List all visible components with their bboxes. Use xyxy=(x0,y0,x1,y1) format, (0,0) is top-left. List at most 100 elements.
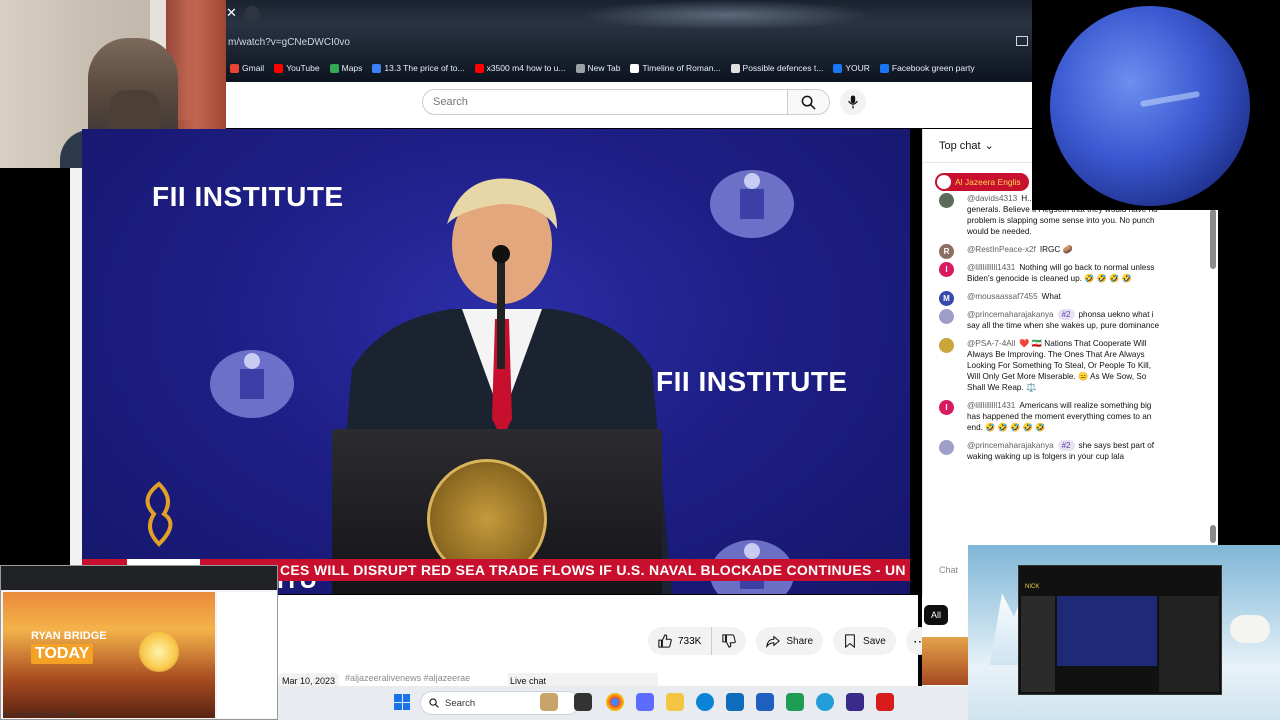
taskbar-app-icon[interactable] xyxy=(756,693,774,711)
avatar xyxy=(939,440,954,455)
tab-bar: ✕ xyxy=(226,0,1032,28)
taskbar: Search xyxy=(278,686,968,720)
filter-chip-all[interactable]: All xyxy=(924,605,948,625)
chat-author[interactable]: @lilllillllll1431 xyxy=(967,401,1015,410)
mini-caption: Ryan Bridge Today | 13 Aug 2025 xyxy=(3,712,78,718)
avatar xyxy=(939,193,954,208)
file-explorer-icon[interactable] xyxy=(666,693,684,711)
member-badge: #2 xyxy=(1057,440,1075,451)
bookmark-favicon-icon xyxy=(329,63,339,73)
dislike-button[interactable] xyxy=(712,627,746,655)
chat-text: IRGC 🥔 xyxy=(1039,245,1073,254)
bookmark-item[interactable]: Possible defences t... xyxy=(730,63,823,73)
mini-browser-toolbar xyxy=(1,566,277,590)
bookmark-favicon-icon xyxy=(274,63,284,73)
chat-author[interactable]: @princemaharajakanya xyxy=(967,310,1054,319)
bookmark-favicon-icon xyxy=(730,63,740,73)
bookmark-item[interactable]: Maps xyxy=(329,63,362,73)
taskbar-app-icon[interactable] xyxy=(876,693,894,711)
show-subtitle: TODAY xyxy=(31,644,94,664)
like-count: 733K xyxy=(678,635,702,647)
bookmark-favicon-icon xyxy=(230,63,239,73)
chat-author[interactable]: @PSA-7-4All xyxy=(967,339,1015,348)
telegram-icon[interactable] xyxy=(816,693,834,711)
pinned-message[interactable]: Al Jazeera Englis xyxy=(935,173,1029,191)
like-dislike-group: 733K xyxy=(648,627,747,655)
chat-author[interactable]: @mousaassaf7455 xyxy=(967,292,1038,301)
bookmark-item[interactable]: Facebook green party xyxy=(879,63,975,73)
taskbar-app-icon[interactable] xyxy=(636,693,654,711)
new-tab-icon[interactable] xyxy=(244,6,260,22)
bookmark-item[interactable]: New Tab xyxy=(575,63,621,73)
bookmark-label: Gmail xyxy=(242,63,265,73)
bookmark-item[interactable]: Gmail xyxy=(230,63,264,73)
ticker-text: CES WILL DISRUPT RED SEA TRADE FLOWS IF … xyxy=(280,562,910,578)
taskbar-app-icon[interactable] xyxy=(846,693,864,711)
ryan-bridge-thumbnail[interactable]: RYAN BRIDGE TODAY xyxy=(3,592,215,718)
search-icon xyxy=(801,95,816,110)
neptune-overlay xyxy=(1032,0,1280,210)
bookmarks-bar: Gmail YouTube Maps 13.3 The price of to... x… xyxy=(226,60,1032,76)
save-button[interactable]: Save xyxy=(833,627,896,655)
chat-scrollbar[interactable] xyxy=(1210,209,1216,269)
chat-author[interactable]: @davids4313 xyxy=(967,194,1017,203)
bookmark-item[interactable]: YouTube xyxy=(274,63,320,73)
bookmark-item[interactable]: x3500 m4 how to u... xyxy=(474,63,566,73)
bookmark-label: Facebook green party xyxy=(891,63,975,73)
search-field[interactable] xyxy=(422,89,788,115)
right-gutter xyxy=(1218,210,1280,545)
bookmark-label: New Tab xyxy=(587,63,621,73)
search-input[interactable] xyxy=(423,90,787,114)
nested-name: NICK xyxy=(1025,584,1040,590)
taskbar-app-icon[interactable] xyxy=(540,693,558,711)
chat-text: What xyxy=(1041,292,1061,301)
taskbar-app-icon[interactable] xyxy=(786,693,804,711)
chat-message[interactable]: @princemaharajakanya #2 phonsa uekno what … xyxy=(923,309,1213,331)
share-button[interactable]: Share xyxy=(756,627,824,655)
video-player[interactable]: FII INSTITUTE FII INSTITUTE TITU CES WIL… xyxy=(82,129,910,594)
save-icon xyxy=(845,634,855,648)
like-button[interactable]: 733K xyxy=(648,627,713,655)
share-icon xyxy=(766,635,781,648)
desktop-preview: NICK xyxy=(968,545,1280,720)
top-chat-dropdown[interactable]: Top chat ⌄ xyxy=(939,139,994,153)
bookmark-item[interactable]: 13.3 The price of to... xyxy=(372,63,465,73)
chrome-icon[interactable] xyxy=(606,693,624,711)
desktop-screen: ✕ m/watch?v=gCNeDWCI0vo Gmail YouTube Maps… xyxy=(0,0,1280,720)
bookmark-favicon-icon xyxy=(372,63,382,73)
taskbar-taskview-icon[interactable] xyxy=(574,693,592,711)
save-label: Save xyxy=(863,635,886,647)
bookmark-item[interactable]: Timeline of Roman... xyxy=(630,63,721,73)
bookmark-label: 13.3 The price of to... xyxy=(384,63,465,73)
tab-close-icon[interactable]: ✕ xyxy=(226,5,240,23)
bookmark-label: YOUR xyxy=(845,63,870,73)
top-chat-label: Top chat xyxy=(939,139,981,152)
related-video-thumbnail[interactable] xyxy=(922,637,970,685)
chat-message[interactable]: I @lilllillllll1431 Americans will realize… xyxy=(923,400,1213,433)
chat-scrollbar-thumb[interactable] xyxy=(1210,525,1216,543)
al-jazeera-logo xyxy=(145,481,173,547)
bookmark-item[interactable]: YOUR xyxy=(833,63,870,73)
chat-message[interactable]: @princemaharajakanya #2 she says best part… xyxy=(923,440,1213,462)
voice-search-button[interactable] xyxy=(840,89,866,115)
search-button[interactable] xyxy=(788,89,830,115)
chat-author[interactable]: @RestInPeace-x2f xyxy=(967,245,1036,254)
chat-message[interactable]: M @mousaassaf7455 What xyxy=(923,291,1213,306)
cast-icon[interactable] xyxy=(1016,36,1028,46)
chat-message[interactable]: I @lilllillllll1431 Nothing will go back t… xyxy=(923,262,1213,284)
edge-icon[interactable] xyxy=(696,693,714,711)
chat-message[interactable]: @PSA-7-4All ❤️ 🇮🇷 Nations That Cooperate … xyxy=(923,338,1213,393)
bookmark-label: YouTube xyxy=(286,63,320,73)
chat-author[interactable]: @princemaharajakanya xyxy=(967,441,1054,450)
avatar xyxy=(939,338,954,353)
sunset-sun xyxy=(139,632,179,672)
pinned-author: Al Jazeera Englis xyxy=(955,177,1021,187)
bookmark-favicon-icon xyxy=(879,63,889,73)
chat-message[interactable]: R @RestInPeace-x2f IRGC 🥔 xyxy=(923,244,1213,259)
avatar xyxy=(939,309,954,324)
address-bar[interactable]: m/watch?v=gCNeDWCI0vo xyxy=(226,34,1032,52)
mini-browser-overlay: RYAN BRIDGE TODAY Ryan Bridge Today | 13… xyxy=(0,565,278,720)
outlook-icon[interactable] xyxy=(726,693,744,711)
chat-author[interactable]: @lilllillllll1431 xyxy=(967,263,1015,272)
windows-start-icon[interactable] xyxy=(394,694,410,710)
